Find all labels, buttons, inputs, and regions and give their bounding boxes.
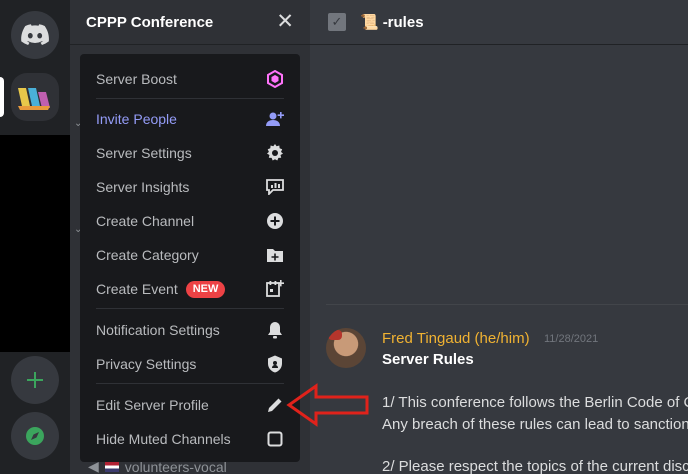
menu-item-notification-settings[interactable]: Notification Settings bbox=[88, 314, 292, 346]
message-timestamp: 11/28/2021 bbox=[544, 333, 599, 345]
boost-icon bbox=[266, 70, 284, 88]
menu-item-privacy-settings[interactable]: Privacy Settings bbox=[88, 348, 292, 380]
server-rail bbox=[0, 0, 70, 474]
flag-icon bbox=[104, 461, 119, 472]
server-dropdown-menu: Server Boost Invite People Server Settin… bbox=[80, 54, 300, 462]
scroll-icon: 📜 bbox=[360, 14, 379, 31]
explore-servers-button[interactable] bbox=[11, 412, 59, 460]
pencil-icon bbox=[266, 396, 284, 414]
server-name: CPPP Conference bbox=[86, 13, 214, 31]
invite-icon bbox=[266, 110, 284, 128]
menu-item-label: Server Insights bbox=[96, 179, 190, 195]
avatar-decoration bbox=[328, 330, 342, 340]
menu-item-label: Create Event bbox=[96, 281, 178, 297]
bell-icon bbox=[266, 321, 284, 339]
menu-item-label: Privacy Settings bbox=[96, 356, 197, 372]
compass-icon bbox=[26, 427, 44, 445]
folder-plus-icon bbox=[266, 246, 284, 264]
avatar[interactable] bbox=[326, 328, 366, 368]
menu-divider bbox=[96, 98, 284, 99]
menu-item-label: Server Settings bbox=[96, 145, 192, 161]
menu-item-label: Invite People bbox=[96, 111, 177, 127]
menu-item-hide-muted-channels[interactable]: Hide Muted Channels bbox=[88, 423, 292, 455]
channel-header: ✓ 📜 -rules bbox=[310, 0, 688, 45]
menu-item-server-boost[interactable]: Server Boost bbox=[88, 63, 292, 95]
menu-divider bbox=[96, 383, 284, 384]
insights-icon bbox=[266, 178, 284, 196]
menu-item-label: Edit Server Profile bbox=[96, 397, 209, 413]
shield-icon bbox=[266, 355, 284, 373]
plus-circle-icon bbox=[266, 212, 284, 230]
discord-home-button[interactable] bbox=[11, 11, 59, 59]
discord-logo-icon bbox=[21, 24, 49, 45]
message-title: Server Rules bbox=[382, 351, 474, 368]
rules-channel-icon: ✓ bbox=[328, 13, 346, 31]
calendar-plus-icon bbox=[266, 280, 284, 298]
new-badge: NEW bbox=[185, 280, 226, 298]
message-author[interactable]: Fred Tingaud (he/him) bbox=[382, 330, 530, 347]
menu-item-create-category[interactable]: Create Category bbox=[88, 239, 292, 271]
add-server-button[interactable] bbox=[11, 356, 59, 404]
menu-item-server-settings[interactable]: Server Settings bbox=[88, 137, 292, 169]
menu-item-invite-people[interactable]: Invite People bbox=[88, 103, 292, 135]
menu-item-label: Create Channel bbox=[96, 213, 195, 229]
message-line: Any breach of these rules can lead to sa… bbox=[382, 416, 688, 433]
server-header[interactable]: CPPP Conference ✕ bbox=[70, 0, 310, 45]
message-divider bbox=[326, 304, 688, 305]
annotation-arrow-icon bbox=[286, 383, 369, 427]
checkbox-icon[interactable] bbox=[266, 430, 284, 448]
menu-item-label: Notification Settings bbox=[96, 322, 220, 338]
menu-item-label: Server Boost bbox=[96, 71, 177, 87]
message: Fred Tingaud (he/him) 11/28/2021 Server … bbox=[326, 322, 688, 474]
cppp-logo-icon bbox=[18, 88, 50, 110]
menu-item-create-event[interactable]: Create Event NEW bbox=[88, 273, 292, 305]
selected-server-indicator bbox=[0, 77, 4, 117]
message-line: 1/ This conference follows the Berlin Co… bbox=[382, 394, 688, 411]
close-icon[interactable]: ✕ bbox=[276, 11, 294, 32]
menu-item-label-group: Create Event NEW bbox=[96, 280, 226, 298]
plus-icon bbox=[27, 372, 43, 388]
menu-item-label: Hide Muted Channels bbox=[96, 431, 231, 447]
menu-item-label: Create Category bbox=[96, 247, 199, 263]
menu-item-edit-server-profile[interactable]: Edit Server Profile bbox=[88, 389, 292, 421]
server-icon-cppp[interactable] bbox=[11, 73, 59, 121]
server-list-blank bbox=[0, 135, 70, 352]
menu-item-server-insights[interactable]: Server Insights bbox=[88, 171, 292, 203]
channel-title: -rules bbox=[382, 13, 424, 31]
channel-title-group: 📜 -rules bbox=[360, 13, 424, 32]
menu-divider bbox=[96, 308, 284, 309]
message-line: 2/ Please respect the topics of the curr… bbox=[382, 458, 688, 474]
menu-item-create-channel[interactable]: Create Channel bbox=[88, 205, 292, 237]
gear-icon bbox=[266, 144, 284, 162]
